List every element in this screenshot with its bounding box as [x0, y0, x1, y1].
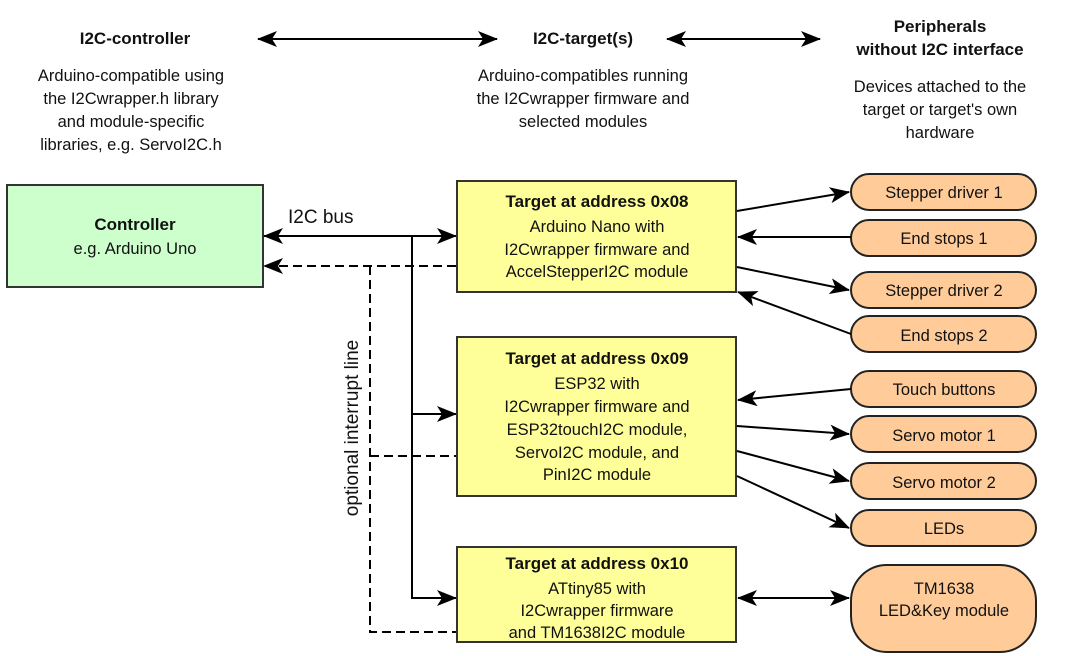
i2c-bus-label: I2C bus	[288, 207, 353, 228]
interrupt-line-label: optional interrupt line	[342, 340, 363, 516]
target-box-0x09: Target at address 0x09 ESP32 with I2Cwra…	[456, 336, 737, 497]
peripheral-tm1638-led-key-module: TM1638 LED&Key module	[850, 564, 1037, 653]
peripheral-stepper-driver-1: Stepper driver 1	[850, 173, 1037, 211]
header-controller-desc-2: the I2Cwrapper.h library	[43, 90, 219, 108]
target-line: AccelStepperI2C module	[506, 263, 689, 281]
header-peripherals-desc-3: hardware	[906, 124, 975, 142]
target-box-0x08: Target at address 0x08 Arduino Nano with…	[456, 180, 737, 293]
arrow-to-servo-motor-1	[736, 424, 850, 441]
header-targets-desc-1: Arduino-compatibles running	[478, 67, 688, 85]
target-line: and TM1638I2C module	[509, 624, 686, 642]
peripheral-stepper-driver-2: Stepper driver 2	[850, 271, 1037, 309]
header-peripherals-desc-1: Devices attached to the	[854, 78, 1026, 96]
header-peripherals-title-2: without I2C interface	[855, 40, 1023, 59]
architecture-diagram: I2C-controller Arduino-compatible using …	[6, 17, 1037, 653]
peripheral-label: LEDs	[924, 520, 964, 538]
peripheral-leds: LEDs	[850, 509, 1037, 547]
arrow-from-touch-buttons	[737, 388, 852, 407]
target-line: I2Cwrapper firmware	[520, 602, 673, 620]
peripheral-end-stops-1: End stops 1	[850, 219, 1037, 257]
controller-box: Controller e.g. Arduino Uno	[6, 184, 264, 288]
peripheral-servo-motor-2: Servo motor 2	[850, 462, 1037, 500]
peripheral-label: TM1638	[914, 580, 975, 598]
peripheral-label: End stops 1	[900, 230, 987, 248]
peripheral-label: Touch buttons	[893, 381, 996, 399]
peripheral-label: Stepper driver 2	[885, 282, 1002, 300]
peripheral-servo-motor-1: Servo motor 1	[850, 415, 1037, 453]
header-controller-desc-4: libraries, e.g. ServoI2C.h	[40, 136, 222, 154]
arrow-to-stepper-driver-2	[736, 266, 850, 295]
target-line: I2Cwrapper firmware and	[504, 398, 689, 416]
peripheral-label: Servo motor 2	[892, 474, 996, 492]
header-targets-desc-2: the I2Cwrapper firmware and	[477, 90, 690, 108]
header-peripherals-title-1: Peripherals	[894, 17, 987, 36]
target-line: PinI2C module	[543, 466, 651, 484]
target-line: ServoI2C module, and	[515, 444, 679, 462]
header-controller-title: I2C-controller	[80, 29, 191, 48]
header-controller: I2C-controller Arduino-compatible using …	[38, 29, 224, 154]
peripheral-label: LED&Key module	[879, 602, 1009, 620]
peripheral-label: Stepper driver 1	[885, 184, 1002, 202]
header-targets-desc-3: selected modules	[519, 113, 647, 131]
header-targets-title: I2C-target(s)	[533, 29, 633, 48]
target-title: Target at address 0x09	[506, 349, 689, 368]
arrow-to-servo-motor-2	[736, 450, 850, 484]
header-peripherals-desc-2: target or target's own	[863, 101, 1017, 119]
target-title: Target at address 0x10	[506, 554, 689, 573]
peripheral-label: Servo motor 1	[892, 427, 996, 445]
header-controller-desc-3: and module-specific	[58, 113, 205, 131]
peripheral-touch-buttons: Touch buttons	[850, 370, 1037, 408]
target-line: Arduino Nano with	[530, 218, 665, 236]
arrow-from-end-stops-2	[737, 291, 852, 335]
controller-subtitle: e.g. Arduino Uno	[74, 240, 197, 258]
i2c-bus-branch-0x09	[411, 236, 457, 422]
target-line: ESP32 with	[554, 375, 639, 393]
controller-title: Controller	[94, 215, 176, 234]
target-box-0x10: Target at address 0x10 ATtiny85 with I2C…	[456, 546, 737, 643]
target-line: I2Cwrapper firmware and	[504, 241, 689, 259]
header-targets: I2C-target(s) Arduino-compatibles runnin…	[477, 29, 690, 131]
peripheral-end-stops-2: End stops 2	[850, 315, 1037, 353]
target-line: ATtiny85 with	[548, 580, 646, 598]
header-peripherals: Peripherals without I2C interface Device…	[854, 17, 1026, 142]
header-controller-desc-1: Arduino-compatible using	[38, 67, 224, 85]
target-title: Target at address 0x08	[506, 192, 689, 211]
target-line: ESP32touchI2C module,	[507, 421, 688, 439]
arrow-to-stepper-driver-1	[736, 187, 850, 212]
peripheral-label: End stops 2	[900, 327, 987, 345]
arrow-to-leds	[736, 475, 850, 529]
i2c-bus-branch-0x10	[411, 414, 457, 606]
